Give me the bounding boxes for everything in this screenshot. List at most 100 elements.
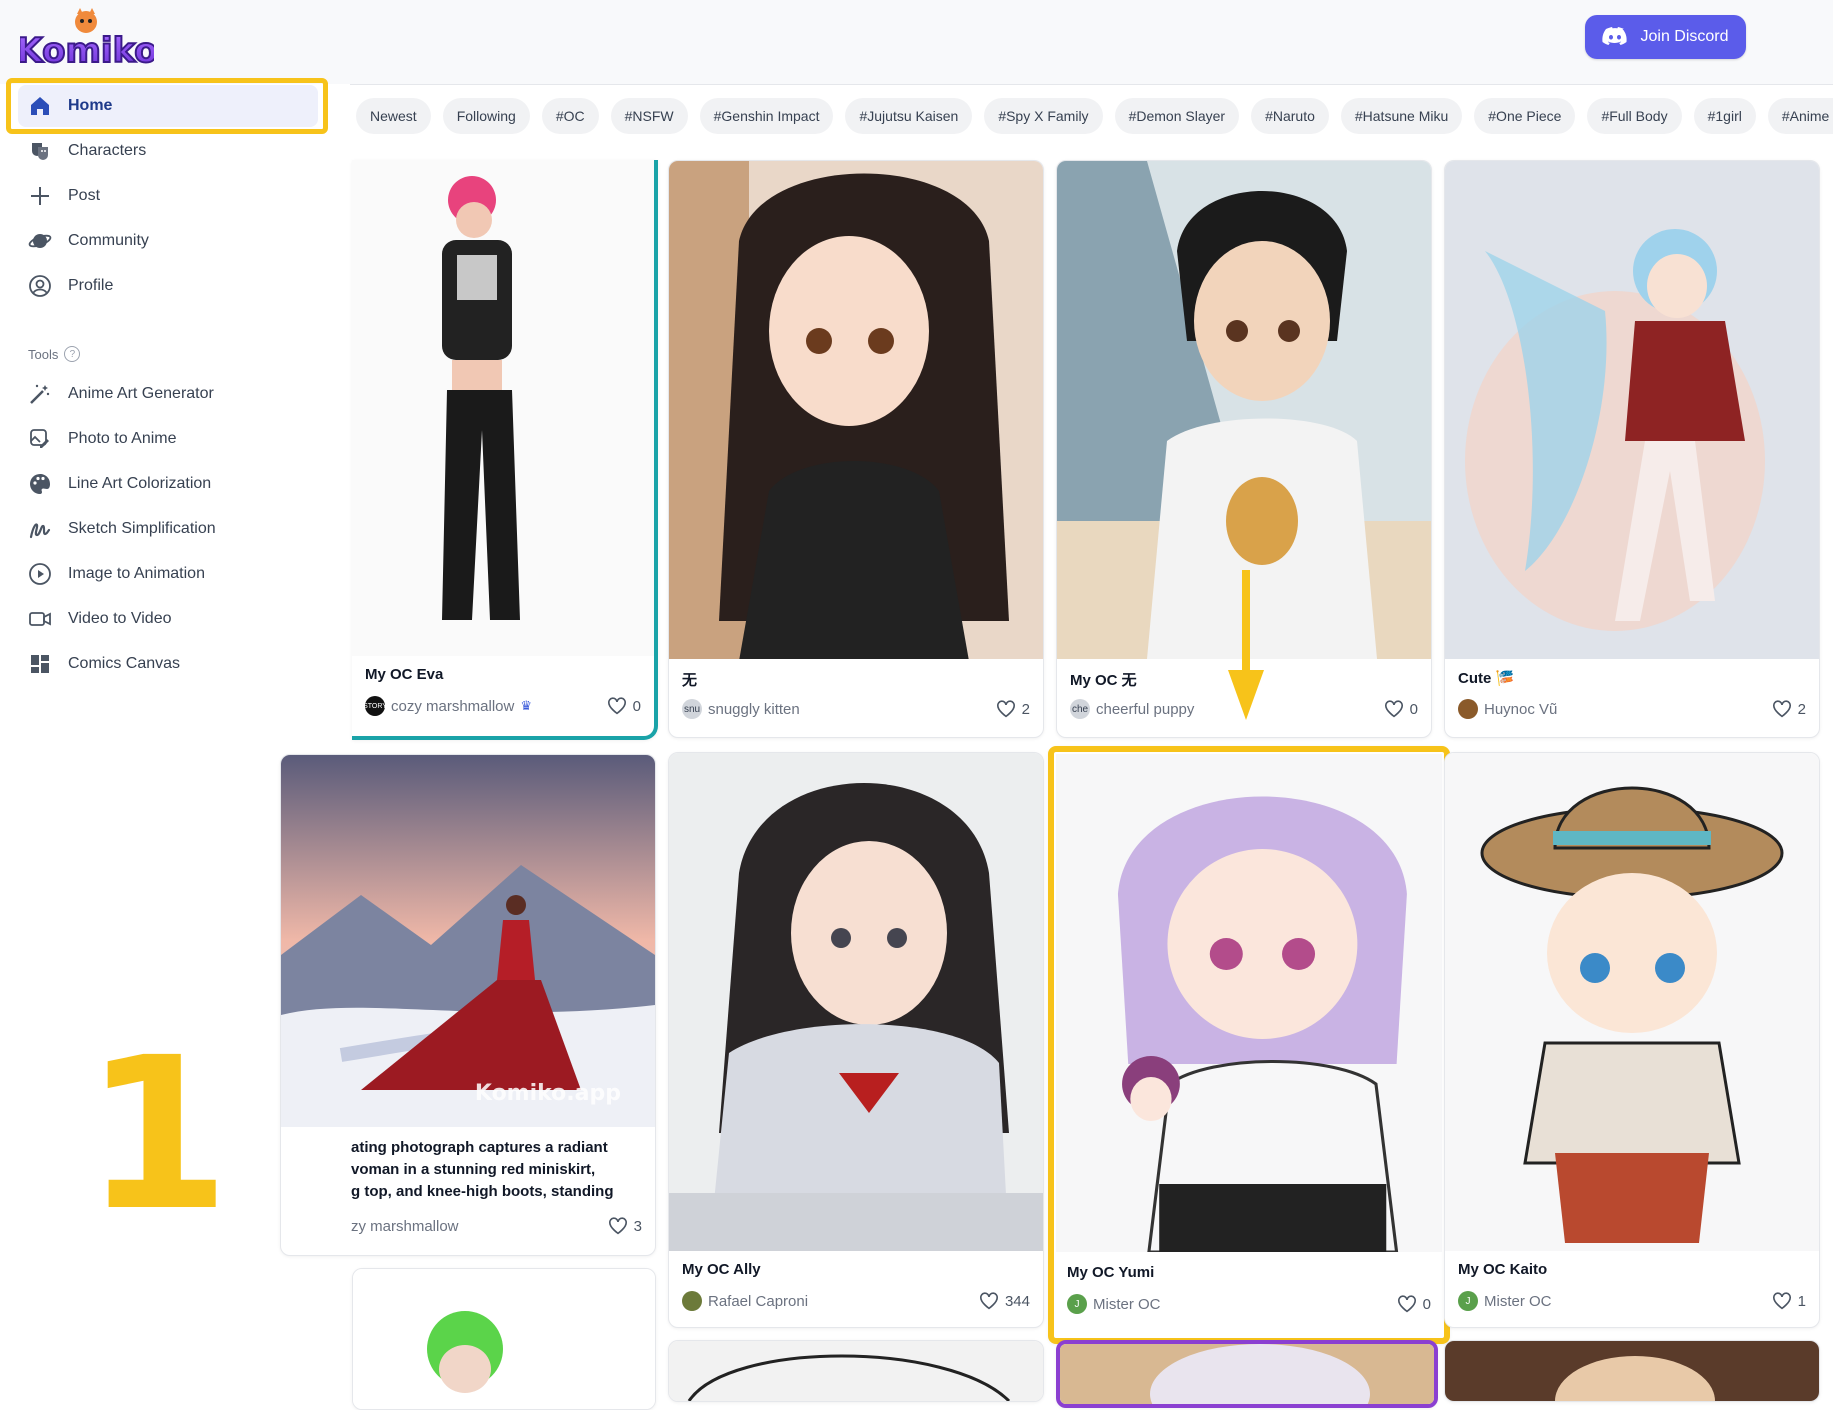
tag-spy-x-family[interactable]: #Spy X Family (984, 98, 1103, 134)
tool-label: Line Art Colorization (68, 475, 212, 492)
author-name[interactable]: Rafael Caproni (708, 1293, 808, 1310)
like-count: 0 (632, 697, 641, 715)
author-name[interactable]: zy marshmallow (351, 1218, 459, 1235)
post-card[interactable] (668, 1340, 1044, 1402)
post-card[interactable]: My OC Eva STORY cozy marshmallow ♛ 0 (352, 160, 658, 740)
avatar[interactable]: J (1458, 1291, 1478, 1311)
tool-label: Photo to Anime (68, 430, 177, 447)
tag-demon-slayer[interactable]: #Demon Slayer (1114, 98, 1240, 134)
tag-one-piece[interactable]: #One Piece (1474, 98, 1576, 134)
tools-section-label: Tools ? (28, 346, 81, 362)
tool-label: Video to Video (68, 610, 172, 627)
like-button[interactable]: 0 (1397, 1295, 1431, 1313)
post-image[interactable] (1445, 161, 1819, 659)
avatar[interactable]: STORY (363, 696, 387, 716)
join-discord-button[interactable]: Join Discord (1585, 15, 1746, 59)
tool-line-art-colorization[interactable]: Line Art Colorization (18, 463, 318, 505)
tool-label: Anime Art Generator (68, 385, 214, 402)
tool-comics-canvas[interactable]: Comics Canvas (18, 643, 318, 685)
author-name[interactable]: cozy marshmallow (391, 698, 514, 715)
post-card[interactable]: Cute 🎏 Huynoc Vũ 2 (1444, 160, 1820, 738)
like-button[interactable]: 0 (607, 697, 641, 715)
author-name[interactable]: snuggly kitten (708, 701, 800, 718)
sidebar-item-characters[interactable]: Characters (18, 130, 318, 172)
tool-image-to-animation[interactable]: Image to Animation (18, 553, 318, 595)
heart-icon (608, 1217, 627, 1235)
like-button[interactable]: 0 (1384, 700, 1418, 718)
post-meta: J Mister OC 1 (1458, 1291, 1806, 1311)
tag-naruto[interactable]: #Naruto (1251, 98, 1329, 134)
tag-genshin-impact[interactable]: #Genshin Impact (699, 98, 834, 134)
post-image[interactable] (669, 1341, 1043, 1401)
post-meta: Huynoc Vũ 2 (1458, 699, 1806, 719)
tools-label-text: Tools (28, 346, 59, 362)
post-card[interactable]: 无 snu snuggly kitten 2 (668, 160, 1044, 738)
like-button[interactable]: 344 (979, 1292, 1030, 1310)
sidebar-item-label: Community (68, 232, 149, 249)
post-image[interactable] (352, 160, 654, 656)
author-name[interactable]: Mister OC (1484, 1293, 1552, 1310)
like-count: 2 (1021, 700, 1030, 718)
like-button[interactable]: 3 (608, 1217, 642, 1235)
layout-grid-icon (26, 650, 54, 678)
author-name[interactable]: cheerful puppy (1096, 701, 1194, 718)
post-image[interactable]: Komiko.app (281, 755, 655, 1127)
author-name[interactable]: Huynoc Vũ (1484, 701, 1557, 718)
like-count: 0 (1422, 1295, 1431, 1313)
post-image[interactable] (1445, 1341, 1819, 1401)
post-card[interactable]: Komiko.app ating photograph captures a r… (280, 754, 656, 1256)
tag-newest[interactable]: Newest (356, 98, 431, 134)
sidebar-item-label: Profile (68, 277, 114, 294)
tool-label: Comics Canvas (68, 655, 181, 672)
tag-jujutsu-kaisen[interactable]: #Jujutsu Kaisen (845, 98, 973, 134)
sidebar-item-label: Characters (68, 142, 147, 159)
tag-nsfw[interactable]: #NSFW (610, 98, 688, 134)
like-count: 2 (1797, 700, 1806, 718)
tool-sketch-simplification[interactable]: Sketch Simplification (18, 508, 318, 550)
post-image[interactable] (669, 161, 1043, 659)
post-image[interactable] (669, 753, 1043, 1251)
post-card[interactable] (352, 1268, 656, 1410)
post-image[interactable] (353, 1269, 655, 1409)
avatar[interactable]: snu (682, 699, 702, 719)
post-card[interactable]: My OC Yumi J Mister OC 0 (1048, 746, 1450, 1344)
tag-anime-col[interactable]: #Anime Col (1767, 98, 1833, 134)
characters-icon (26, 137, 54, 165)
post-image[interactable] (1445, 753, 1819, 1251)
tool-label: Sketch Simplification (68, 520, 216, 537)
tag-oc[interactable]: #OC (541, 98, 599, 134)
palette-icon (26, 470, 54, 498)
avatar[interactable]: J (1067, 1294, 1087, 1314)
help-icon[interactable]: ? (64, 346, 81, 362)
tool-anime-art-generator[interactable]: Anime Art Generator (18, 373, 318, 415)
sidebar-item-community[interactable]: Community (18, 220, 318, 262)
komiko-logo[interactable]: Komiko (20, 8, 154, 70)
magic-wand-icon (26, 380, 54, 408)
tool-video-to-video[interactable]: Video to Video (18, 598, 318, 640)
sidebar-item-label: Post (68, 187, 101, 204)
author-name[interactable]: Mister OC (1093, 1296, 1161, 1313)
discord-icon (1602, 27, 1628, 45)
like-button[interactable]: 1 (1772, 1292, 1806, 1310)
post-image[interactable] (1060, 1344, 1434, 1404)
tag-following[interactable]: Following (442, 98, 530, 134)
avatar[interactable] (682, 1291, 702, 1311)
sidebar-item-post[interactable]: Post (18, 175, 318, 217)
post-meta: zy marshmallow 3 (351, 1217, 642, 1235)
avatar[interactable]: che (1070, 699, 1090, 719)
sidebar-item-profile[interactable]: Profile (18, 265, 318, 307)
post-card[interactable]: My OC Ally Rafael Caproni 344 (668, 752, 1044, 1328)
tag-hatsune-miku[interactable]: #Hatsune Miku (1340, 98, 1463, 134)
post-card[interactable] (1056, 1340, 1438, 1408)
tag-full-body[interactable]: #Full Body (1587, 98, 1682, 134)
post-card[interactable] (1444, 1340, 1820, 1402)
tag-1girl[interactable]: #1girl (1693, 98, 1756, 134)
post-image[interactable] (1056, 754, 1442, 1252)
post-meta: STORY cozy marshmallow ♛ 0 (363, 696, 641, 716)
like-button[interactable]: 2 (996, 700, 1030, 718)
like-button[interactable]: 2 (1772, 700, 1806, 718)
avatar[interactable] (1458, 699, 1478, 719)
tool-photo-to-anime[interactable]: Photo to Anime (18, 418, 318, 460)
annotation-arrow-down-icon (1228, 570, 1264, 720)
post-card[interactable]: My OC Kaito J Mister OC 1 (1444, 752, 1820, 1328)
